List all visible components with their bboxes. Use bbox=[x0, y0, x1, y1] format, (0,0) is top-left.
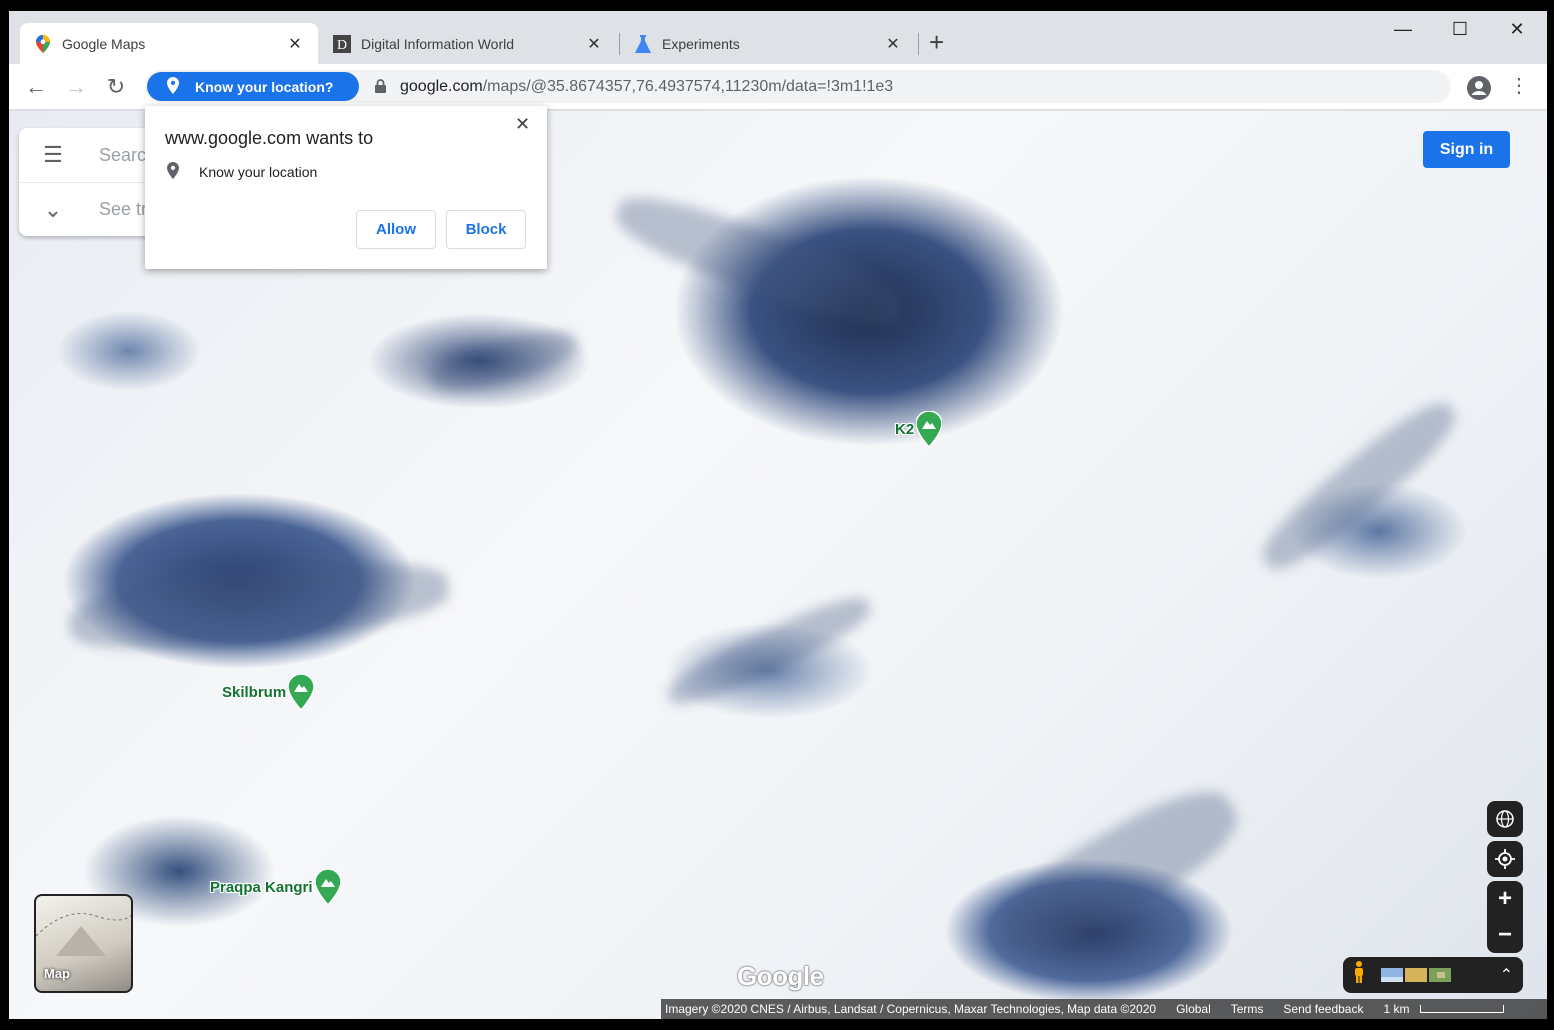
url-text[interactable]: google.com/maps/@35.8674357,76.4937574,1… bbox=[400, 78, 893, 96]
google-maps-icon bbox=[34, 34, 52, 53]
imagery-thumb-icon[interactable] bbox=[1429, 968, 1451, 982]
tab-close-icon[interactable]: ✕ bbox=[286, 34, 304, 54]
browser-toolbar: ← → ↻ Know your location? google.com/map… bbox=[9, 64, 1547, 110]
terrain-shadow bbox=[66, 551, 452, 661]
url-host: google.com bbox=[400, 78, 483, 95]
mountain-pin-icon bbox=[288, 674, 315, 710]
hamburger-menu-icon[interactable]: ☰ bbox=[41, 142, 65, 168]
tab-close-icon[interactable]: ✕ bbox=[585, 34, 603, 54]
tab-separator bbox=[918, 33, 919, 55]
location-permission-chip[interactable]: Know your location? bbox=[147, 72, 359, 101]
layer-toggle-label: Map bbox=[44, 966, 70, 981]
browser-window: Google Maps ✕ D Digital Information Worl… bbox=[9, 11, 1547, 1019]
zoom-controls: + − bbox=[1487, 881, 1523, 953]
search-input[interactable]: Searc bbox=[99, 145, 146, 166]
popup-title: www.google.com wants to bbox=[165, 128, 374, 148]
poi-k2[interactable]: K2 bbox=[895, 411, 943, 447]
poi-label: Praqpa Kangri bbox=[210, 878, 313, 896]
poi-skilbrum[interactable]: Skilbrum bbox=[222, 674, 315, 710]
url-path: /maps/@35.8674357,76.4937574,11230m/data… bbox=[482, 78, 894, 95]
terms-link[interactable]: Terms bbox=[1231, 1002, 1264, 1016]
maximize-button[interactable]: ☐ bbox=[1440, 19, 1480, 40]
terrain-shadow bbox=[986, 771, 1252, 971]
pegman-icon[interactable] bbox=[1353, 961, 1365, 989]
lock-icon[interactable] bbox=[375, 79, 386, 98]
flask-icon bbox=[634, 34, 652, 53]
attribution-bar: Imagery ©2020 CNES / Airbus, Landsat / C… bbox=[661, 999, 1547, 1019]
mountain-pin-icon bbox=[314, 869, 341, 905]
tab-close-icon[interactable]: ✕ bbox=[884, 34, 902, 54]
poi-label: Skilbrum bbox=[222, 683, 287, 701]
terrain-thumbnail-icon bbox=[36, 913, 131, 956]
forward-button[interactable]: → bbox=[63, 74, 89, 100]
new-tab-button[interactable]: + bbox=[929, 29, 944, 55]
profile-avatar-icon[interactable] bbox=[1467, 76, 1491, 100]
menu-kebab-icon[interactable]: ⋮ bbox=[1509, 76, 1529, 96]
scale-bar[interactable] bbox=[1419, 1005, 1504, 1013]
location-pin-icon bbox=[167, 162, 179, 182]
chevron-down-icon[interactable]: ⌄ bbox=[41, 197, 65, 223]
minimize-button[interactable]: — bbox=[1383, 19, 1423, 40]
terrain-shadow bbox=[426, 322, 582, 400]
imagery-attribution: Imagery ©2020 CNES / Airbus, Landsat / C… bbox=[665, 1002, 1157, 1016]
permission-label: Know your location bbox=[199, 164, 318, 180]
block-button[interactable]: Block bbox=[446, 210, 526, 249]
expand-up-icon[interactable]: ⌃ bbox=[1500, 965, 1513, 985]
permission-chip-label: Know your location? bbox=[195, 78, 334, 95]
zoom-out-button[interactable]: − bbox=[1487, 917, 1523, 953]
zoom-in-button[interactable]: + bbox=[1487, 881, 1523, 917]
my-location-button[interactable] bbox=[1487, 841, 1523, 877]
tab-google-maps[interactable]: Google Maps ✕ bbox=[20, 23, 318, 64]
dinfo-world-icon: D bbox=[333, 34, 351, 53]
google-watermark: Google bbox=[737, 961, 824, 991]
svg-text:D: D bbox=[337, 38, 347, 53]
close-window-button[interactable]: ✕ bbox=[1497, 19, 1537, 40]
imagery-bar: ⌃ bbox=[1343, 957, 1523, 993]
tab-digital-information-world[interactable]: D Digital Information World ✕ bbox=[319, 23, 617, 64]
see-text: See tr bbox=[99, 199, 148, 219]
tab-title: Experiments bbox=[662, 35, 740, 52]
imagery-thumb-icon[interactable] bbox=[1381, 968, 1403, 982]
map-layer-toggle[interactable]: Map bbox=[34, 894, 133, 993]
popup-close-icon[interactable]: ✕ bbox=[515, 114, 530, 135]
allow-button[interactable]: Allow bbox=[356, 210, 436, 249]
reload-button[interactable]: ↻ bbox=[103, 74, 129, 100]
location-permission-popup: www.google.com wants to ✕ Know your loca… bbox=[145, 106, 547, 269]
poi-label: K2 bbox=[895, 420, 915, 438]
address-bar[interactable]: Know your location? google.com/maps/@35.… bbox=[145, 70, 1451, 103]
scale-label[interactable]: 1 km bbox=[1383, 1002, 1409, 1016]
sign-in-button[interactable]: Sign in bbox=[1423, 131, 1510, 168]
tab-title: Digital Information World bbox=[361, 35, 515, 52]
terrain-shadow bbox=[660, 586, 878, 716]
poi-praqpa-kangri[interactable]: Praqpa Kangri bbox=[210, 869, 341, 905]
tab-title: Google Maps bbox=[62, 35, 146, 52]
location-pin-icon bbox=[167, 76, 179, 97]
tab-strip: Google Maps ✕ D Digital Information Worl… bbox=[9, 11, 1547, 64]
tab-experiments[interactable]: Experiments ✕ bbox=[620, 23, 916, 64]
mountain-pin-icon bbox=[916, 411, 943, 447]
global-link[interactable]: Global bbox=[1176, 1002, 1211, 1016]
send-feedback-link[interactable]: Send feedback bbox=[1283, 1002, 1363, 1016]
permission-row: Know your location bbox=[167, 162, 317, 182]
terrain-shadow bbox=[607, 181, 911, 341]
globe-view-button[interactable] bbox=[1487, 801, 1523, 837]
terrain-shadow bbox=[1251, 389, 1467, 583]
back-button[interactable]: ← bbox=[23, 74, 49, 100]
imagery-thumb-icon[interactable] bbox=[1405, 968, 1427, 982]
crosshair-icon bbox=[1495, 849, 1515, 869]
globe-icon bbox=[1496, 810, 1514, 828]
